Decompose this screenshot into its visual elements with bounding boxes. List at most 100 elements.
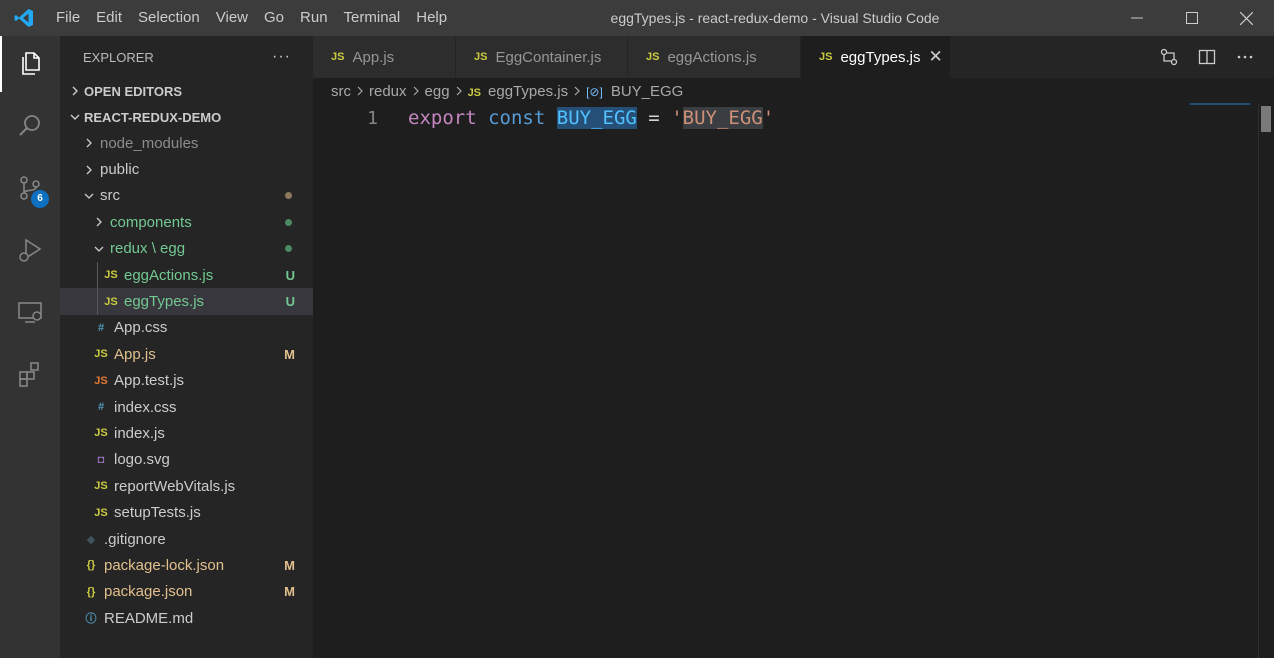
file-item[interactable]: ⓘ README.md	[60, 605, 313, 631]
file-item[interactable]: JS reportWebVitals.js	[60, 473, 313, 499]
info-file-icon: ⓘ	[85, 613, 97, 626]
folder-item[interactable]: node_modules	[60, 130, 313, 156]
breadcrumb-item[interactable]: egg	[425, 83, 450, 100]
tree-item-label: README.md	[104, 609, 194, 627]
string-literal: 'BUY_EGG'	[671, 107, 775, 129]
tab-label: App.js	[352, 48, 395, 66]
tab-eggactions-js[interactable]: JS eggActions.js	[628, 36, 801, 78]
keyword-const: const	[488, 107, 546, 129]
breadcrumb-item[interactable]: redux	[369, 83, 407, 100]
activity-bar: 6	[0, 36, 60, 658]
js-file-icon: JS	[104, 295, 118, 308]
tab-eggtypes-js[interactable]: JS eggTypes.js ✕	[801, 36, 951, 78]
breadcrumb-item[interactable]: [⊘] BUY_EGG	[586, 83, 683, 100]
git-status-badge: U	[285, 267, 295, 283]
maximize-button[interactable]	[1164, 0, 1219, 36]
extensions-icon[interactable]	[0, 346, 60, 402]
chevron-right-icon	[80, 138, 98, 148]
git-status-badge: M	[284, 557, 295, 573]
file-item[interactable]: # index.css	[60, 394, 313, 420]
split-editor-icon[interactable]	[1188, 36, 1226, 78]
js-file-icon: JS	[104, 269, 118, 282]
scm-badge: 6	[31, 190, 49, 208]
folder-item[interactable]: components	[60, 209, 313, 235]
git-file-icon: ◆	[86, 533, 96, 546]
file-item[interactable]: # App.css	[60, 315, 313, 341]
chevron-right-icon	[90, 217, 108, 227]
file-item[interactable]: JS setupTests.js	[60, 499, 313, 525]
git-status-badge: U	[285, 294, 295, 310]
untracked-dot	[285, 245, 292, 253]
folder-item[interactable]: src	[60, 183, 313, 209]
tree-item-label: components	[110, 213, 192, 231]
breadcrumb-item[interactable]: src	[331, 83, 351, 100]
chevron-down-icon	[90, 244, 108, 254]
file-item[interactable]: JS App.js M	[60, 341, 313, 367]
file-item[interactable]: JS index.js	[60, 420, 313, 446]
menu-edit[interactable]: Edit	[88, 0, 130, 36]
file-tree: node_modulespublic src components redux \ e…	[60, 130, 313, 631]
run-debug-icon[interactable]	[0, 222, 60, 278]
css-file-icon: #	[97, 401, 105, 414]
minimize-button[interactable]	[1109, 0, 1164, 36]
close-window-button[interactable]	[1219, 0, 1274, 36]
tree-item-label: public	[100, 161, 140, 179]
menu-file[interactable]: File	[48, 0, 88, 36]
breadcrumb-separator-icon	[356, 84, 364, 99]
vertical-scrollbar[interactable]	[1258, 104, 1274, 658]
file-item[interactable]: JS App.test.js	[60, 368, 313, 394]
search-icon[interactable]	[0, 98, 60, 154]
folder-item[interactable]: public	[60, 156, 313, 182]
open-editors-label: OPEN EDITORS	[84, 83, 183, 99]
keyword-export: export	[408, 107, 477, 129]
menu-view[interactable]: View	[208, 0, 256, 36]
breadcrumb-separator-icon	[412, 84, 420, 99]
tree-item-label: redux \ egg	[110, 240, 186, 258]
menu-go[interactable]: Go	[256, 0, 292, 36]
indent-guide	[97, 262, 98, 315]
chevron-down-icon	[80, 191, 98, 201]
file-item[interactable]: ◘ logo.svg	[60, 447, 313, 473]
tab-label: eggActions.js	[667, 48, 757, 66]
symbol-constant-icon: [⊘]	[586, 84, 603, 99]
code-text[interactable]: export const BUY_EGG = 'BUY_EGG'	[408, 107, 774, 129]
more-actions-icon[interactable]	[1226, 36, 1264, 78]
js-file-icon: JS	[94, 427, 108, 440]
tree-item-label: index.js	[114, 424, 165, 442]
json-file-icon: {}	[86, 559, 96, 572]
menu-run[interactable]: Run	[292, 0, 336, 36]
open-editors-section[interactable]: OPEN EDITORS	[60, 78, 313, 104]
close-icon[interactable]: ✕	[929, 47, 943, 67]
menu-selection[interactable]: Selection	[130, 0, 208, 36]
file-item[interactable]: {} package-lock.json M	[60, 552, 313, 578]
open-changes-icon[interactable]	[1150, 36, 1188, 78]
source-control-icon[interactable]: 6	[0, 160, 60, 216]
tab-eggcontainer-js[interactable]: JS EggContainer.js	[456, 36, 628, 78]
file-item[interactable]: {} package.json M	[60, 579, 313, 605]
tree-item-label: setupTests.js	[114, 504, 201, 522]
more-actions-icon[interactable]: ···	[272, 48, 291, 66]
tree-item-label: eggActions.js	[124, 266, 214, 284]
project-section[interactable]: REACT-REDUX-DEMO	[60, 104, 313, 130]
project-label: REACT-REDUX-DEMO	[84, 109, 222, 125]
js-file-icon: JS	[467, 86, 482, 99]
js-file-icon: JS	[94, 506, 108, 519]
code-line[interactable]: 1 export const BUY_EGG = 'BUY_EGG'	[313, 104, 1274, 132]
tree-item-label: logo.svg	[114, 451, 170, 469]
modified-dot	[285, 192, 292, 200]
selected-identifier: BUY_EGG	[556, 107, 637, 129]
menu-terminal[interactable]: Terminal	[336, 0, 409, 36]
breadcrumb: src redux egg JS eggTypes.js [⊘] BUY_EGG	[313, 78, 1274, 104]
tab-app-js[interactable]: JS App.js	[313, 36, 456, 78]
scrollbar-thumb[interactable]	[1261, 106, 1271, 132]
explorer-icon[interactable]	[0, 36, 60, 92]
explorer-header: EXPLORER ···	[60, 36, 313, 78]
css-file-icon: #	[97, 321, 105, 334]
js-file-icon: JS	[94, 374, 108, 387]
remote-explorer-icon[interactable]	[0, 284, 60, 340]
menu-help[interactable]: Help	[408, 0, 455, 36]
breadcrumb-item[interactable]: JS eggTypes.js	[468, 83, 569, 100]
file-item[interactable]: ◆ .gitignore	[60, 526, 313, 552]
explorer-title: EXPLORER	[83, 49, 154, 65]
folder-item[interactable]: redux \ egg	[60, 236, 313, 262]
